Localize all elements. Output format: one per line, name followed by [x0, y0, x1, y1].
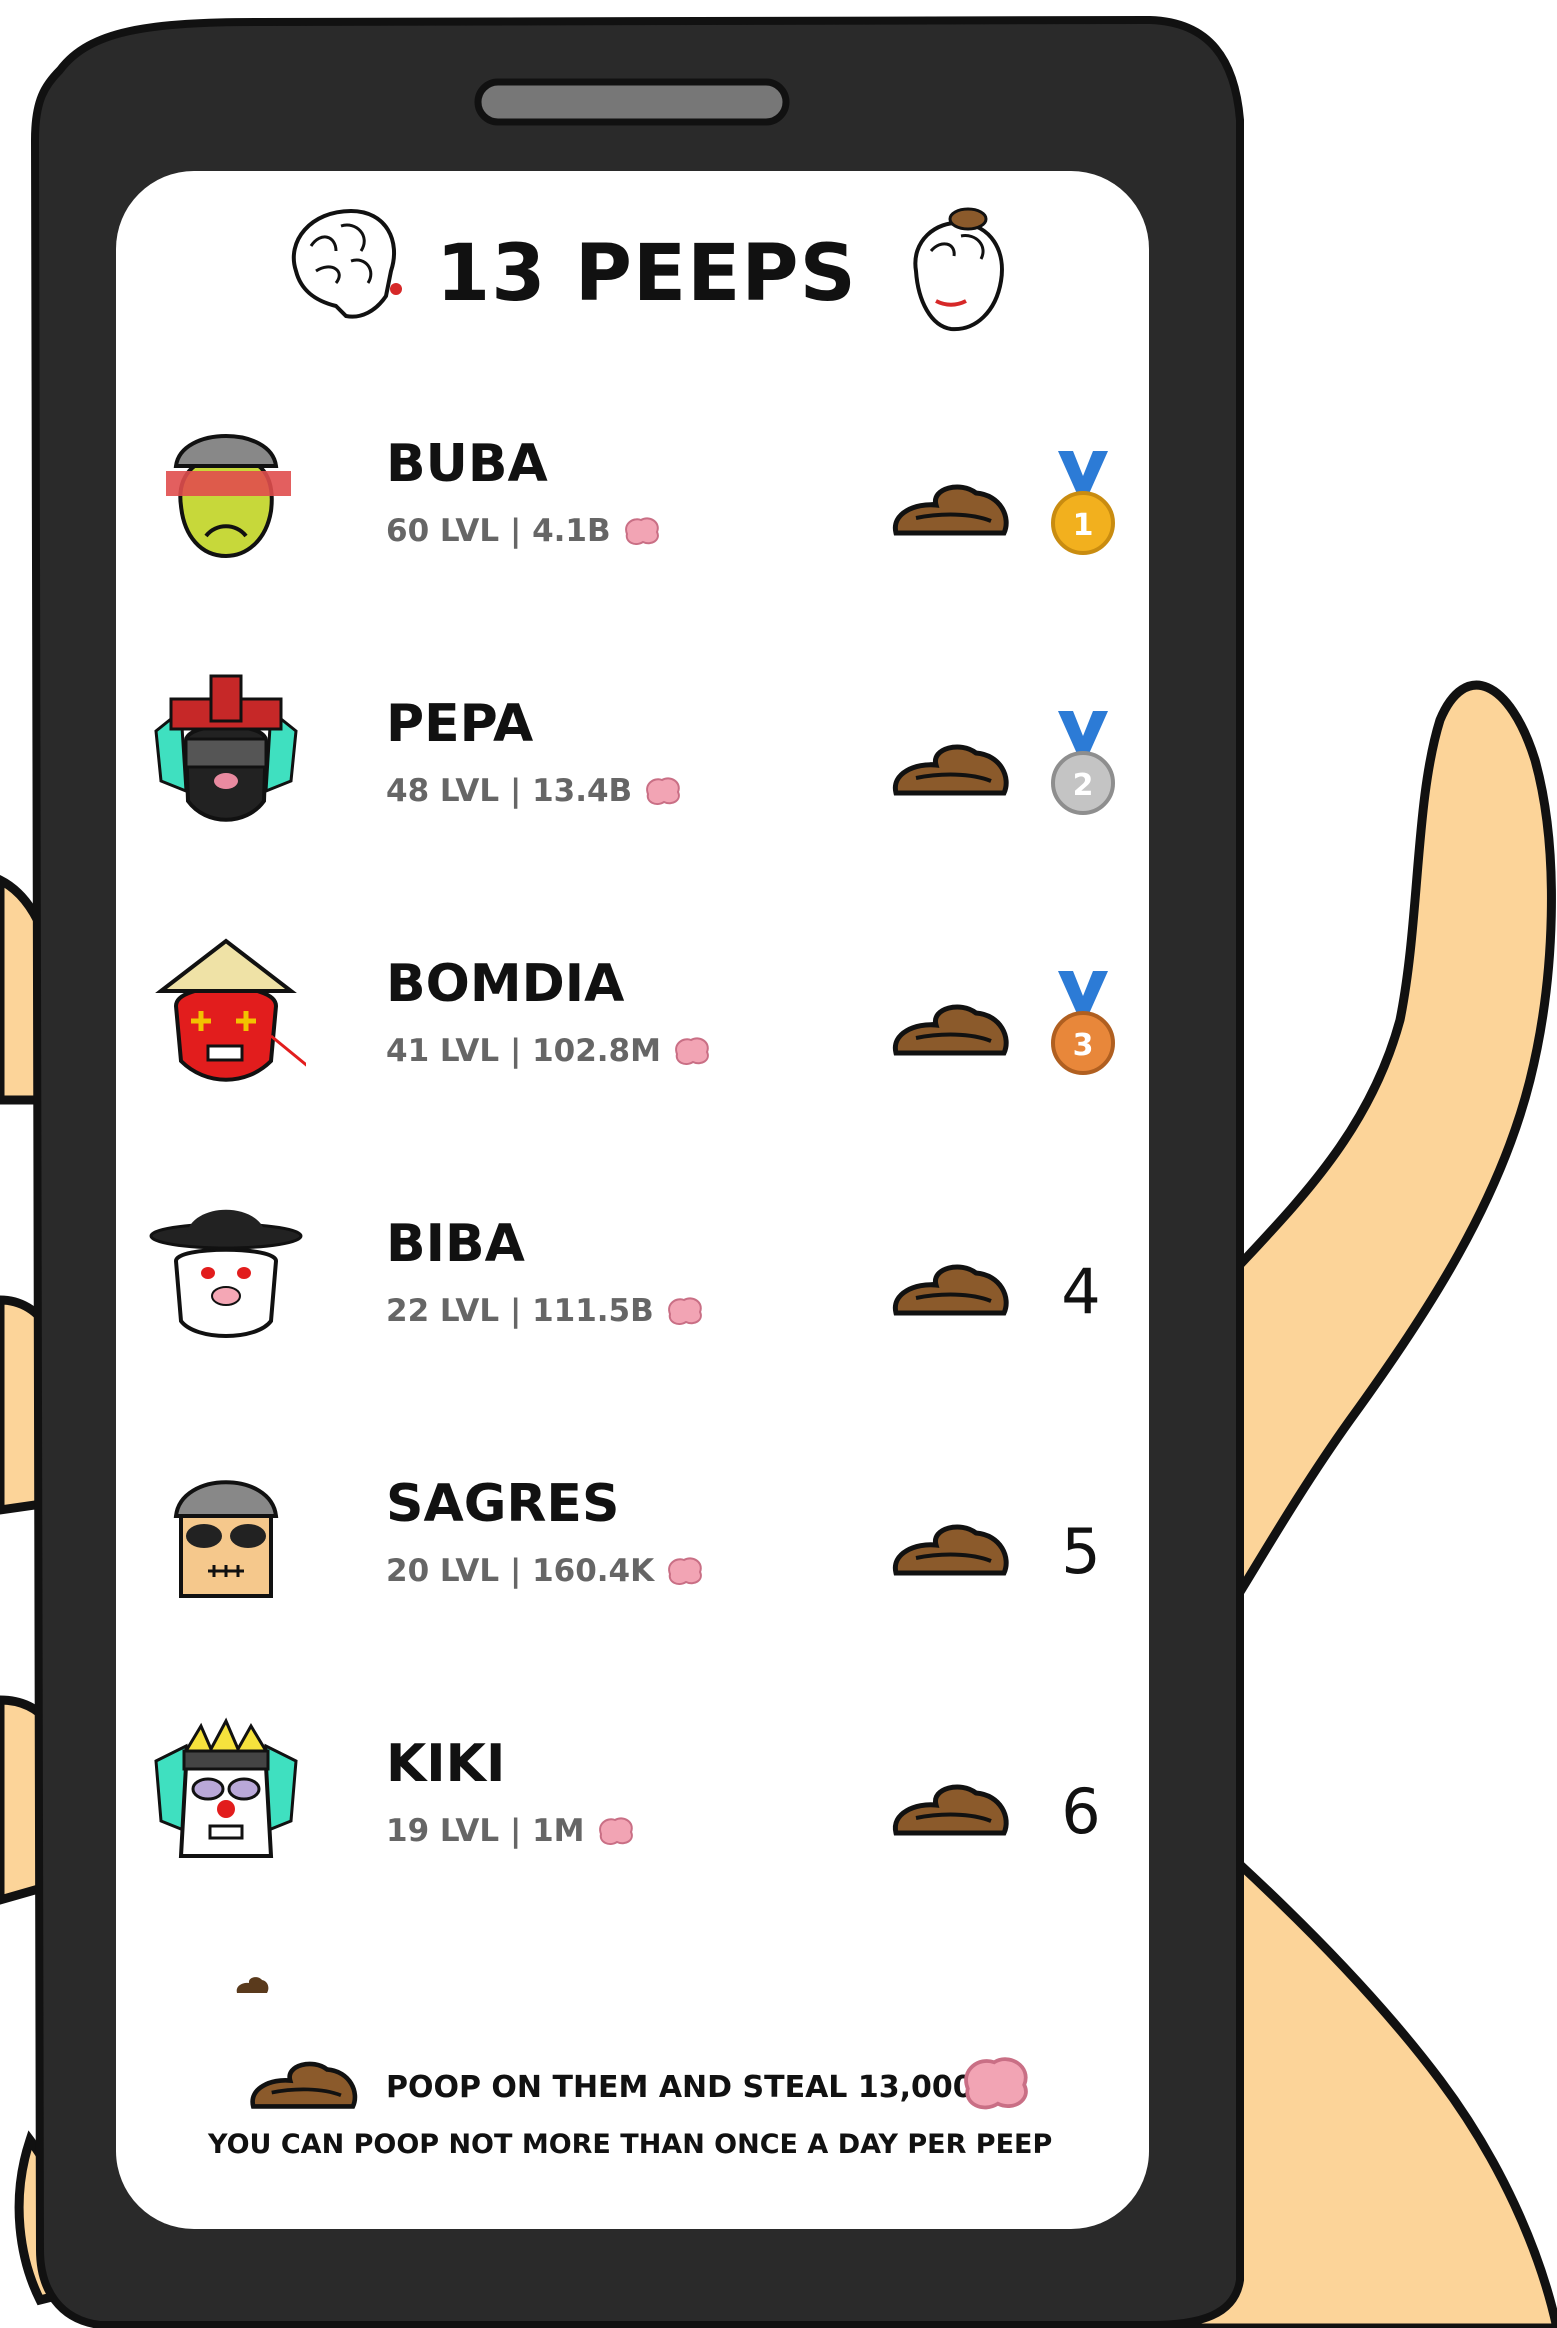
player-name: BOMDIA	[386, 954, 625, 1014]
red-face-straw-hat-avatar	[155, 938, 306, 1082]
silver-medal-icon: 2	[1051, 711, 1115, 815]
brain-icon	[667, 1297, 702, 1325]
dark-face-red-hat-avatar	[154, 674, 298, 822]
poop-button[interactable]	[886, 993, 1016, 1071]
svg-text:3: 3	[1073, 1028, 1094, 1063]
player-stats: 19 LVL | 1M	[386, 1811, 637, 1851]
phone-speaker	[474, 78, 790, 126]
player-stats: 60 LVL | 4.1B	[386, 511, 663, 551]
rank-number: 4	[1061, 1255, 1101, 1328]
rank-number: 5	[1061, 1515, 1101, 1588]
brain-icon	[646, 777, 681, 805]
page-title: 13 PEEPS	[436, 229, 857, 319]
leaderboard-row[interactable]: BIBA 22 LVL | 111.5B 609 4	[116, 1191, 1149, 1411]
player-name: BIBA	[386, 1214, 525, 1274]
leaderboard-screen: 13 PEEPS BUBA 60 LVL | 4.1B 698	[116, 171, 1149, 2229]
player-stats: 20 LVL | 160.4K	[386, 1551, 706, 1591]
poop-button[interactable]	[886, 1513, 1016, 1591]
leaderboard-row[interactable]: SAGRES 20 LVL | 160.4K 48 5	[116, 1451, 1149, 1671]
brain-head-icon	[291, 208, 402, 319]
poop-button[interactable]	[886, 1253, 1016, 1331]
white-pig-fedora-avatar	[149, 1209, 303, 1338]
leaderboard-row[interactable]: PEPA 48 LVL | 13.4B 148 2	[116, 671, 1149, 891]
rank-number: 6	[1061, 1775, 1101, 1848]
player-name: KIKI	[386, 1734, 506, 1794]
white-face-headband-avatar	[154, 1717, 298, 1858]
player-stats: 48 LVL | 13.4B	[386, 771, 684, 811]
player-name: PEPA	[386, 694, 534, 754]
poop-button[interactable]	[886, 1773, 1016, 1851]
leaderboard-row[interactable]: BUBA 60 LVL | 4.1B 698 1	[116, 411, 1149, 631]
poop-button[interactable]	[886, 473, 1016, 551]
small-poop-icon	[236, 1977, 269, 1993]
poop-icon	[250, 2061, 358, 2109]
player-stats: 41 LVL | 102.8M	[386, 1031, 713, 1071]
tan-face-sunglasses-avatar	[173, 1480, 279, 1598]
leaderboard-row[interactable]: KIKI 19 LVL | 1M 8 6	[116, 1711, 1149, 1931]
brain-icon	[964, 2057, 1028, 2110]
bronze-medal-icon: 3	[1051, 971, 1115, 1075]
game-scene: 13 PEEPS BUBA 60 LVL | 4.1B 698	[0, 0, 1557, 2328]
brain-icon	[598, 1817, 633, 1845]
player-name: SAGRES	[386, 1474, 620, 1534]
svg-text:2: 2	[1073, 768, 1094, 803]
green-goblin-bucket-hat-avatar	[166, 434, 291, 559]
svg-text:1: 1	[1073, 508, 1094, 543]
gold-medal-icon: 1	[1051, 451, 1115, 555]
brain-icon	[624, 517, 659, 545]
player-name: BUBA	[386, 434, 548, 494]
leaderboard-row[interactable]: BOMDIA 41 LVL | 102.8M 609 3	[116, 931, 1149, 1151]
poop-button[interactable]	[886, 733, 1016, 811]
poop-limit-note: YOU CAN POOP NOT MORE THAN ONCE A DAY PE…	[208, 2129, 1053, 2160]
player-stats: 22 LVL | 111.5B	[386, 1291, 706, 1331]
brain-icon	[675, 1037, 709, 1065]
brain-head-poop-icon	[913, 207, 1004, 332]
poop-instruction: POOP ON THEM AND STEAL 13,000	[386, 2070, 974, 2105]
brain-icon	[668, 1557, 703, 1585]
